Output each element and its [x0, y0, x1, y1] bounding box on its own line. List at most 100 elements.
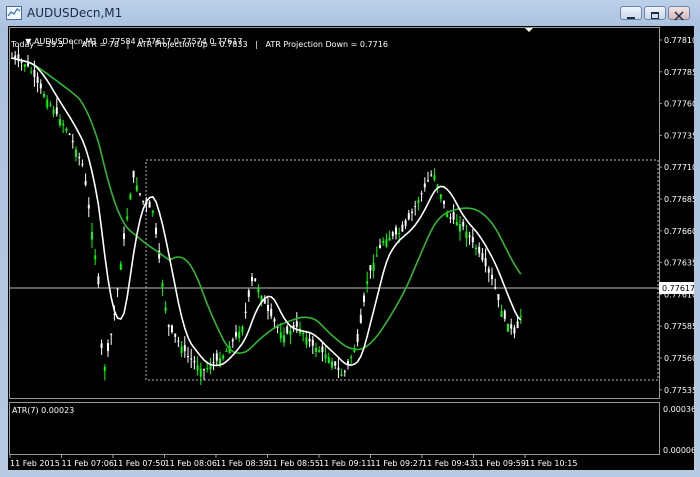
candle-body	[199, 368, 202, 377]
candle-body	[334, 361, 337, 366]
candle-body	[395, 227, 397, 235]
time-label: 11 Feb 08:06	[165, 459, 217, 468]
candle-body	[212, 362, 215, 364]
candle-body	[369, 265, 372, 271]
close-button[interactable]	[668, 6, 690, 21]
one-click-trading-arrow[interactable]	[525, 28, 533, 32]
candle-body	[151, 210, 154, 213]
candle-body	[257, 288, 260, 293]
candle-body	[91, 232, 93, 240]
candle-body	[359, 314, 362, 323]
title-bar[interactable]: AUDUSDecn,M1	[0, 0, 700, 26]
candle-body	[206, 367, 209, 369]
candle-body	[43, 94, 45, 97]
candle-body	[215, 353, 218, 361]
candle-body	[449, 217, 452, 219]
candle-body	[318, 350, 321, 352]
candle-body	[71, 140, 74, 143]
candle-body	[331, 361, 333, 368]
candle-body	[468, 235, 471, 237]
candle-body	[356, 333, 359, 342]
candle-body	[87, 204, 90, 209]
minimize-button[interactable]	[620, 6, 642, 20]
time-label: 11 Feb 08:39	[216, 459, 268, 468]
candle-body	[171, 325, 173, 332]
candle-body	[401, 224, 404, 232]
restore-button[interactable]	[644, 6, 666, 20]
chart-window-icon	[6, 6, 22, 20]
candle-body	[327, 357, 330, 363]
candle-body	[126, 216, 129, 220]
candle-body	[251, 277, 253, 281]
candle-body	[302, 332, 305, 335]
candle-body	[321, 346, 324, 353]
candle-body	[177, 340, 180, 342]
candle-body	[494, 287, 497, 289]
time-label: 11 Feb 2015	[10, 459, 60, 468]
candle-body	[382, 240, 385, 243]
candle-body	[46, 99, 49, 108]
candle-body	[513, 327, 516, 334]
candle-body	[414, 205, 417, 207]
candle-body	[385, 239, 388, 247]
candle-body	[68, 133, 71, 135]
candle-body	[209, 365, 212, 370]
candle-body	[107, 343, 109, 351]
candle-body	[203, 369, 205, 371]
candle-body	[119, 263, 122, 270]
candle-body	[193, 361, 196, 363]
price-label: 0.77535	[664, 386, 694, 395]
candle-body	[289, 331, 292, 335]
candle-body	[430, 174, 433, 176]
candle-body	[439, 194, 442, 199]
candle-body	[225, 350, 228, 352]
candle-body	[500, 311, 503, 318]
atr-scale-bottom: 0.00006	[663, 446, 694, 455]
candle-body	[123, 233, 125, 239]
candle-body	[110, 334, 113, 336]
candle-body	[516, 321, 519, 328]
candle-body	[23, 64, 26, 67]
candle-body	[295, 321, 298, 327]
candle-body	[478, 246, 481, 254]
price-label: 0.77660	[664, 227, 694, 236]
candle-body	[167, 324, 170, 328]
candle-body	[443, 200, 445, 204]
range-rectangle	[145, 159, 659, 381]
candle-body	[49, 104, 52, 106]
candle-body	[446, 213, 449, 218]
candle-body	[116, 288, 119, 290]
candle-body	[267, 305, 269, 311]
candle-body	[81, 163, 84, 165]
candle-body	[55, 107, 58, 115]
chart-area[interactable]: 0.77810 0.77785 0.77760 0.77735 0.77710 0.776…	[8, 26, 694, 470]
candle-body	[452, 212, 455, 220]
candle-body	[241, 326, 244, 333]
time-label: 11 Feb 09:59	[474, 459, 526, 468]
candle-body	[100, 343, 103, 348]
candle-body	[190, 358, 193, 360]
candle-body	[372, 262, 375, 271]
candle-body	[366, 281, 369, 284]
candle-body	[340, 374, 343, 376]
candle-body	[350, 356, 353, 358]
candle-body	[273, 319, 276, 322]
candle-body	[94, 255, 97, 260]
candle-body	[187, 355, 189, 357]
price-label: 0.77735	[664, 131, 694, 140]
current-price-label: 0.77617	[662, 284, 694, 293]
candle-body	[84, 180, 87, 186]
candle-body	[311, 339, 314, 346]
candle-body	[135, 185, 138, 191]
candle-body	[465, 231, 468, 239]
candle-body	[375, 255, 378, 257]
candle-body	[75, 149, 77, 157]
atr-panel-frame	[9, 402, 660, 455]
candle-body	[455, 221, 458, 226]
candle-body	[433, 175, 436, 180]
candle-body	[161, 283, 164, 287]
candle-body	[417, 200, 420, 203]
window-title: AUDUSDecn,M1	[27, 6, 123, 20]
candle-body	[103, 367, 106, 371]
candle-body	[129, 194, 132, 200]
